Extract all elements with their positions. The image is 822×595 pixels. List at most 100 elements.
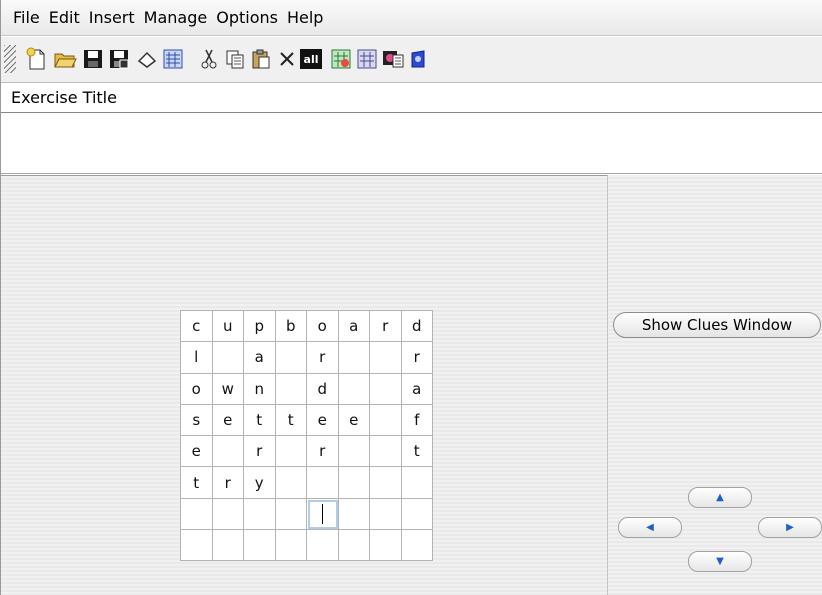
grid-cell[interactable]: a <box>401 373 433 405</box>
grid-cell[interactable]: a <box>244 342 276 374</box>
settings-icon[interactable] <box>355 45 379 73</box>
grid-cell[interactable] <box>370 498 402 531</box>
grid-cell[interactable]: n <box>244 373 276 405</box>
grid-cell[interactable]: r <box>370 311 402 343</box>
grid-cell[interactable] <box>307 498 339 531</box>
grid-cell[interactable] <box>338 498 370 531</box>
grid-cell[interactable] <box>244 498 276 531</box>
toolbar-grip[interactable] <box>4 45 16 73</box>
copy-icon[interactable] <box>223 45 247 73</box>
grid-cell[interactable]: s <box>181 404 213 437</box>
grid-cell[interactable] <box>338 467 370 499</box>
grid-cell[interactable]: w <box>212 373 244 405</box>
menu-help[interactable]: Help <box>287 8 323 27</box>
web-export-icon[interactable] <box>161 45 185 73</box>
grid-cell[interactable]: d <box>307 373 339 405</box>
grid-cell[interactable]: r <box>307 436 339 468</box>
grid-cell[interactable] <box>370 404 402 437</box>
menu-bar: File Edit Insert Manage Options Help <box>1 0 822 36</box>
grid-cell[interactable]: e <box>307 404 339 437</box>
grid-cell[interactable]: t <box>275 404 307 437</box>
cut-icon[interactable] <box>197 45 221 73</box>
grid-cell[interactable]: y <box>244 467 276 499</box>
grid-cell[interactable] <box>370 342 402 374</box>
grid-cell[interactable]: r <box>307 342 339 374</box>
grid-cell[interactable]: e <box>338 404 370 437</box>
arrow-down-icon: ▼ <box>716 555 724 567</box>
menu-edit[interactable]: Edit <box>49 8 80 27</box>
grid-cell[interactable] <box>307 530 339 562</box>
publish-icon[interactable] <box>407 45 431 73</box>
app-window: File Edit Insert Manage Options Help all… <box>0 0 822 595</box>
preview-icon[interactable] <box>381 45 405 73</box>
arrow-up-icon: ▲ <box>716 491 724 503</box>
grid-cell[interactable] <box>338 373 370 405</box>
show-clues-button[interactable]: Show Clues Window <box>613 312 821 338</box>
arrow-left-icon: ◀ <box>646 521 654 533</box>
grid-cell[interactable] <box>370 467 402 499</box>
paste-icon[interactable] <box>249 45 273 73</box>
grid-cell[interactable]: r <box>401 342 433 374</box>
grid-cell[interactable]: e <box>181 436 213 468</box>
grid-cell[interactable] <box>212 436 244 468</box>
grid-cell[interactable] <box>401 467 433 499</box>
grid-cell[interactable] <box>370 530 402 562</box>
grid-cell[interactable] <box>181 498 213 531</box>
grid-cell[interactable] <box>275 436 307 468</box>
grid-cell[interactable] <box>338 436 370 468</box>
grid-cell[interactable]: p <box>244 311 276 343</box>
menu-manage[interactable]: Manage <box>144 8 208 27</box>
grid-cell[interactable] <box>401 498 433 531</box>
grid-cell[interactable] <box>370 373 402 405</box>
grid-cell[interactable] <box>275 373 307 405</box>
grid-cell[interactable] <box>307 467 339 499</box>
grid-cell[interactable] <box>244 530 276 562</box>
grid-cell[interactable] <box>275 498 307 531</box>
grid-cell[interactable] <box>275 342 307 374</box>
grid-cell[interactable]: b <box>275 311 307 343</box>
grid-cell[interactable] <box>370 436 402 468</box>
exercise-title-field[interactable] <box>1 112 822 174</box>
move-right-button[interactable]: ▶ <box>758 517 822 538</box>
exercise-title-label: Exercise Title <box>11 88 117 107</box>
move-up-button[interactable]: ▲ <box>688 487 752 508</box>
move-left-button[interactable]: ◀ <box>618 517 682 538</box>
grid-cell[interactable]: o <box>181 373 213 405</box>
grid-cell[interactable]: e <box>212 404 244 437</box>
menu-file[interactable]: File <box>13 8 40 27</box>
grid-cell[interactable] <box>275 530 307 562</box>
menu-options[interactable]: Options <box>216 8 278 27</box>
open-icon[interactable] <box>53 45 77 73</box>
delete-icon[interactable] <box>275 45 299 73</box>
grid-cell[interactable]: f <box>401 404 433 437</box>
grid-cell[interactable]: r <box>212 467 244 499</box>
new-icon[interactable] <box>25 45 49 73</box>
select-all-label: all <box>300 49 322 69</box>
save-icon[interactable] <box>81 45 105 73</box>
grid-cell[interactable]: c <box>181 311 213 343</box>
grid-cell[interactable] <box>401 530 433 562</box>
grid-cell[interactable] <box>212 342 244 374</box>
menu-insert[interactable]: Insert <box>89 8 135 27</box>
move-down-button[interactable]: ▼ <box>688 551 752 572</box>
grid-cell[interactable]: t <box>244 404 276 437</box>
grid-cell[interactable]: d <box>401 311 433 343</box>
grid-cell[interactable] <box>212 498 244 531</box>
grid-cell[interactable]: t <box>401 436 433 468</box>
grid-cell[interactable]: a <box>338 311 370 343</box>
grid-cell[interactable] <box>212 530 244 562</box>
grid-cell[interactable] <box>338 342 370 374</box>
select-all-icon[interactable]: all <box>299 45 323 73</box>
grid-cell[interactable] <box>338 530 370 562</box>
check-icon[interactable] <box>329 45 353 73</box>
grid-cell[interactable]: u <box>212 311 244 343</box>
grid-cell[interactable]: r <box>244 436 276 468</box>
crossword-grid: cupboardlarrowndasetteeferrttry <box>180 310 433 562</box>
save-as-icon[interactable] <box>107 45 131 73</box>
eraser-icon[interactable] <box>135 45 159 73</box>
grid-cell[interactable]: l <box>181 342 213 374</box>
grid-cell[interactable] <box>181 530 213 562</box>
grid-cell[interactable]: o <box>307 311 339 343</box>
grid-cell[interactable]: t <box>181 467 213 499</box>
grid-cell[interactable] <box>275 467 307 499</box>
